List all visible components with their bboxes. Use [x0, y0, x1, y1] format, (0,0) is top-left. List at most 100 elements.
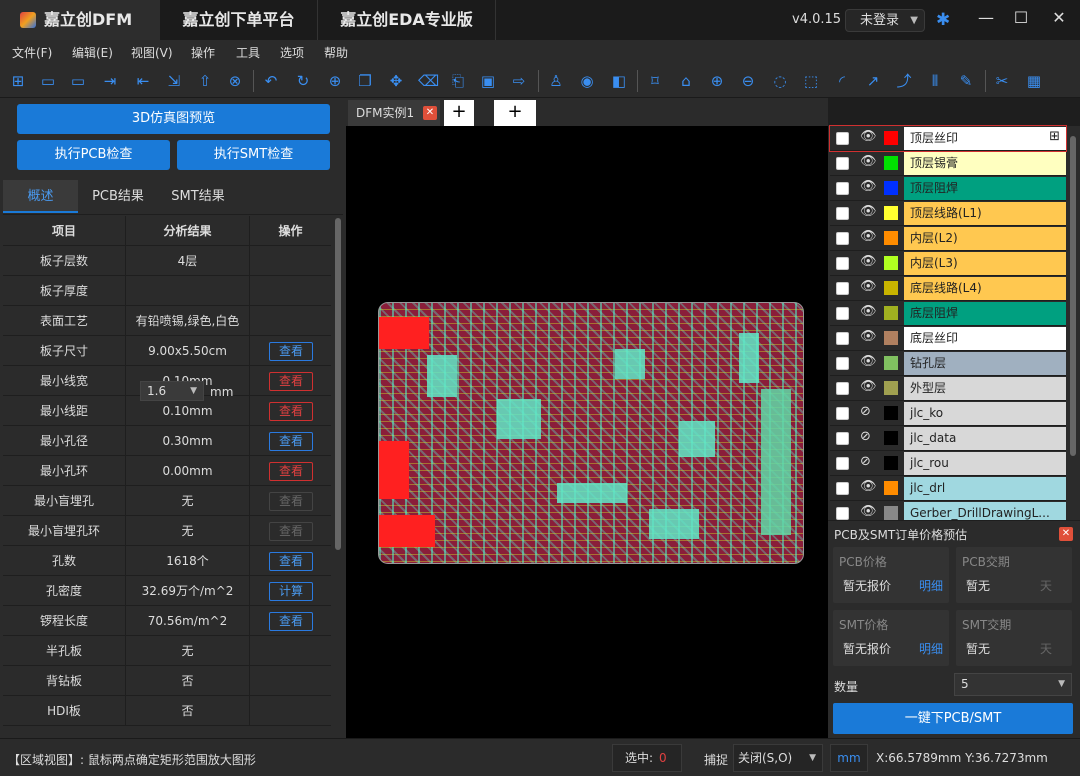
eye-icon[interactable]: 👁	[860, 154, 877, 169]
minimize-button[interactable]: —	[974, 8, 998, 27]
layer-row[interactable]: 👁 底层阻焊	[830, 301, 1066, 326]
layer-checkbox[interactable]	[836, 132, 849, 145]
row-action-button[interactable]: 查看	[269, 372, 313, 391]
layer-row[interactable]: ⊘ jlc_rou	[830, 451, 1066, 476]
layer-color-swatch[interactable]	[884, 306, 898, 320]
layer-color-swatch[interactable]	[884, 406, 898, 420]
layer-color-swatch[interactable]	[884, 281, 898, 295]
arc-icon[interactable]: ◜	[833, 72, 851, 90]
add-icon[interactable]: ⊕	[326, 72, 344, 90]
move-icon[interactable]: ✥	[387, 72, 405, 90]
layer-color-swatch[interactable]	[884, 431, 898, 445]
close-tab-icon[interactable]: ✕	[423, 106, 437, 120]
layer-color-swatch[interactable]	[884, 156, 898, 170]
layer-checkbox[interactable]	[836, 182, 849, 195]
3d-preview-button[interactable]: 3D仿真图预览	[17, 104, 330, 134]
layer-checkbox[interactable]	[836, 482, 849, 495]
layer-color-swatch[interactable]	[884, 181, 898, 195]
eye-icon[interactable]: 👁	[860, 279, 877, 294]
row-action-button[interactable]: 查看	[269, 402, 313, 421]
row-action-button[interactable]: 查看	[269, 522, 313, 541]
eye-icon[interactable]: 👁	[860, 379, 877, 394]
redo-icon[interactable]: ↻	[294, 72, 312, 90]
eye-off-icon[interactable]: ⊘	[860, 404, 871, 419]
cut-icon[interactable]: ✂	[993, 72, 1011, 90]
doc-tab-dfm-example[interactable]: DFM实例1 ✕	[348, 100, 440, 126]
quantity-select[interactable]: 5 ▼	[954, 673, 1072, 696]
layer-color-swatch[interactable]	[884, 331, 898, 345]
menu-operate[interactable]: 操作	[191, 44, 215, 61]
maximize-button[interactable]: ☐	[1009, 8, 1033, 27]
tab-overview[interactable]: 概述	[3, 180, 78, 213]
thickness-select[interactable]: 1.6 ▼	[140, 381, 204, 401]
layer-row[interactable]: 👁 顶层阻焊	[830, 176, 1066, 201]
layer-checkbox[interactable]	[836, 457, 849, 470]
layer-color-swatch[interactable]	[884, 481, 898, 495]
menu-help[interactable]: 帮助	[324, 44, 348, 61]
tab-pcb-result[interactable]: PCB结果	[78, 180, 158, 213]
eye-icon[interactable]: 👁	[860, 229, 877, 244]
layer-row[interactable]: 👁 内层(L2)	[830, 226, 1066, 251]
eye-off-icon[interactable]: ⊘	[860, 454, 871, 469]
layer-color-swatch[interactable]	[884, 231, 898, 245]
tab-smt-result[interactable]: SMT结果	[158, 180, 238, 213]
layer-color-swatch[interactable]	[884, 456, 898, 470]
layer-color-swatch[interactable]	[884, 206, 898, 220]
eye-icon[interactable]: 👁	[860, 129, 877, 144]
run-smt-check-button[interactable]: 执行SMT检查	[177, 140, 330, 170]
layer-color-swatch[interactable]	[884, 356, 898, 370]
layer-row[interactable]: 👁 顶层锡膏	[830, 151, 1066, 176]
row-action-button[interactable]: 查看	[269, 552, 313, 571]
layer-checkbox[interactable]	[836, 382, 849, 395]
component-icon[interactable]: ♙	[547, 72, 565, 90]
menu-options[interactable]: 选项	[280, 44, 304, 61]
row-action-button[interactable]: 计算	[269, 582, 313, 601]
layer-checkbox[interactable]	[836, 157, 849, 170]
layer-checkbox[interactable]	[836, 307, 849, 320]
order-pcb-smt-button[interactable]: 一键下PCB/SMT	[833, 703, 1073, 734]
row-action-button[interactable]: 查看	[269, 492, 313, 511]
eye-icon[interactable]: 👁	[860, 479, 877, 494]
row-action-button[interactable]: 查看	[269, 462, 313, 481]
eye-icon[interactable]: 👁	[860, 354, 877, 369]
scrollbar-thumb[interactable]	[1070, 136, 1076, 456]
select-region-icon[interactable]: ⬚	[802, 72, 820, 90]
eye-icon[interactable]: 👁	[860, 504, 877, 519]
layer-scrollbar[interactable]	[1068, 126, 1078, 512]
fit-view-icon[interactable]: ⌑	[646, 72, 664, 90]
settings-gear-icon[interactable]: ✱	[936, 10, 950, 30]
layer-checkbox[interactable]	[836, 407, 849, 420]
layer-row[interactable]: 👁 顶层丝印 ⊞	[829, 125, 1067, 152]
curve-icon[interactable]: ⤴	[895, 72, 913, 90]
grid-apps-icon[interactable]: ▦	[1025, 72, 1043, 90]
smt-price-detail-link[interactable]: 明细	[919, 640, 943, 657]
pcb-board-render[interactable]	[378, 302, 804, 564]
layer-expand-icon[interactable]: ⊞	[1049, 129, 1060, 144]
open-folder-icon[interactable]: ▭	[39, 72, 57, 90]
scrollbar-thumb[interactable]	[335, 218, 341, 550]
layer-checkbox[interactable]	[836, 232, 849, 245]
pcb-price-detail-link[interactable]: 明细	[919, 577, 943, 594]
layer-color-swatch[interactable]	[884, 256, 898, 270]
layer-row[interactable]: 👁 外型层	[830, 376, 1066, 401]
tab-order-platform[interactable]: 嘉立创下单平台	[160, 0, 318, 40]
layer-checkbox[interactable]	[836, 507, 849, 520]
new-file-icon[interactable]: ⊞	[9, 72, 27, 90]
home-icon[interactable]: ⌂	[677, 72, 695, 90]
unit-toggle-button[interactable]: mm	[830, 744, 868, 772]
exit-icon[interactable]: ⇨	[510, 72, 528, 90]
eye-icon[interactable]: 👁	[860, 254, 877, 269]
layers-icon[interactable]: ◉	[578, 72, 596, 90]
menu-view[interactable]: 视图(V)	[131, 44, 173, 61]
close-doc-icon[interactable]: ⊗	[226, 72, 244, 90]
arc-arrow-icon[interactable]: ↗	[864, 72, 882, 90]
ruler-icon[interactable]: ✎	[957, 72, 975, 90]
layer-row[interactable]: ⊘ jlc_data	[830, 426, 1066, 451]
zoom-in-icon[interactable]: ⊕	[708, 72, 726, 90]
layer-row[interactable]: 👁 jlc_drl	[830, 476, 1066, 501]
delete-icon[interactable]: ⌫	[418, 72, 439, 90]
canvas-area[interactable]: DFM实例1 ✕ + +	[346, 98, 828, 738]
upload-icon[interactable]: ⇧	[196, 72, 214, 90]
layer-row[interactable]: ⊘ jlc_ko	[830, 401, 1066, 426]
snap-select[interactable]: 关闭(S,O) ▼	[733, 744, 823, 772]
